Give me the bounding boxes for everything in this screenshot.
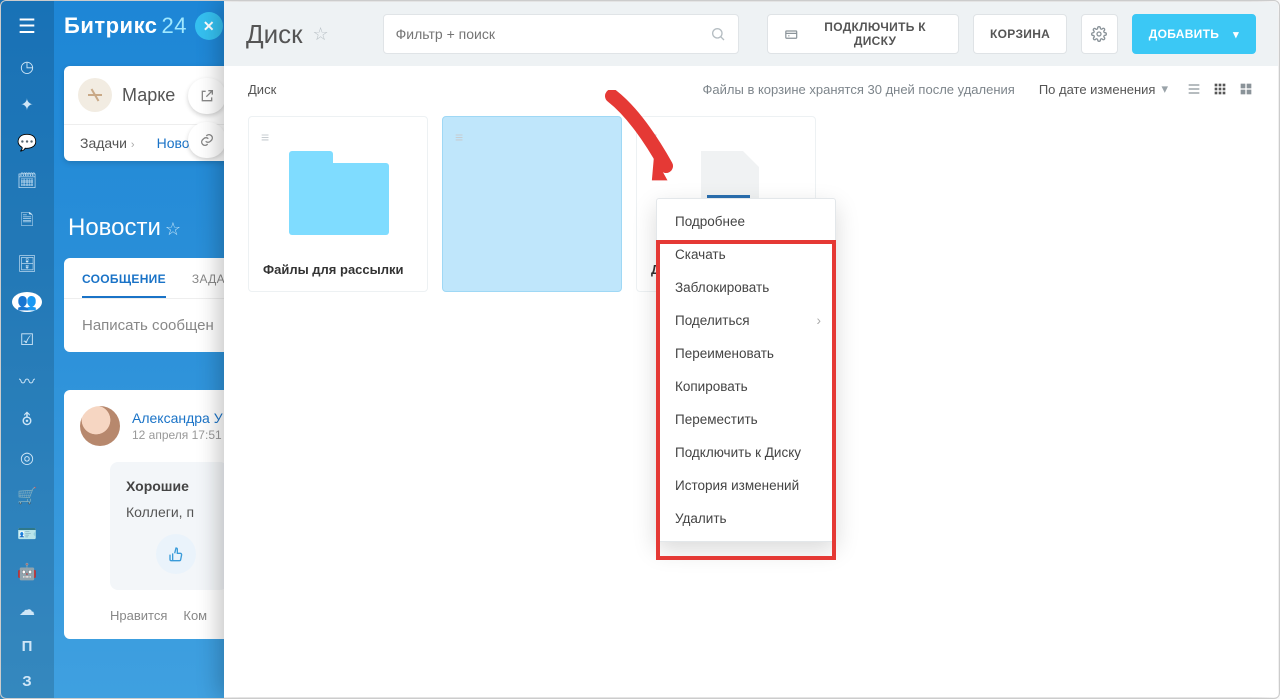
post-time: 12 апреля 17:51 (132, 428, 223, 442)
bg-compose-card: СООБЩЕНИЕ ЗАДАЧ Написать сообщен (64, 258, 244, 352)
compose-tab-message[interactable]: СООБЩЕНИЕ (82, 272, 166, 298)
sort-dropdown[interactable]: По дате изменения ▾ (1039, 81, 1168, 97)
rail-icon-pulse[interactable]: 〰 (12, 368, 42, 392)
post-author[interactable]: Александра У (132, 410, 223, 426)
rail-icon-group[interactable]: 👥 (12, 292, 42, 312)
rail-icon-check[interactable]: ☑ (12, 330, 42, 350)
post-comment-link[interactable]: Ком (183, 608, 207, 623)
add-button[interactable]: ДОБАВИТЬ▾ (1132, 14, 1256, 54)
settings-button[interactable] (1081, 14, 1118, 54)
search-input[interactable] (396, 26, 710, 42)
rail-icon-doc[interactable]: 🗎 (12, 209, 42, 236)
context-menu-item[interactable]: Удалить (657, 502, 835, 535)
left-rail: ☰ ◷ ✦ 💬 🗓 🗎 🗄 👥 ☑ 〰 ⛢ ◎ 🛒 🪪 🤖 ☁ П З К (0, 0, 54, 699)
disk-subbar: Диск Файлы в корзине хранятся 30 дней по… (224, 66, 1278, 112)
context-menu-item[interactable]: Подробнее (657, 205, 835, 238)
context-menu-item[interactable]: Переместить (657, 403, 835, 436)
rail-icon-calendar[interactable]: 🗓 (12, 171, 42, 191)
rail-icon-cart[interactable]: 🛒 (12, 486, 42, 506)
folder-icon (289, 163, 389, 235)
context-menu-item[interactable]: Копировать (657, 370, 835, 403)
context-menu-item[interactable]: Скачать (657, 238, 835, 271)
rail-icon-box[interactable]: 🗄 (12, 254, 42, 274)
bg-tab-tasks[interactable]: Задачи › (80, 135, 135, 151)
file-tile-folder[interactable]: ≡ Файлы для рассылки (248, 116, 428, 292)
avatar (80, 406, 120, 446)
rail-icon-android[interactable]: 🤖 (12, 562, 42, 582)
star-icon[interactable]: ☆ (313, 24, 329, 45)
disk-topbar: Диск ☆ ПОДКЛЮЧИТЬ К ДИСКУ КОРЗИНА ДОБАВИ… (224, 2, 1278, 66)
drag-icon[interactable]: ≡ (455, 129, 463, 145)
rail-icon-star[interactable]: ✦ (12, 95, 42, 115)
disk-title: Диск ☆ (246, 19, 329, 50)
context-menu-item[interactable]: Заблокировать (657, 271, 835, 304)
search-icon[interactable] (710, 26, 726, 42)
trash-button[interactable]: КОРЗИНА (973, 14, 1067, 54)
post-title: Хорошие (126, 478, 212, 494)
rail-icon-cloud[interactable]: ☁ (12, 600, 42, 620)
drag-icon[interactable]: ≡ (649, 129, 657, 145)
trash-hint: Файлы в корзине хранятся 30 дней после у… (703, 82, 1015, 97)
breadcrumb[interactable]: Диск (248, 82, 276, 97)
brand-text-b: 24 (162, 13, 187, 39)
background-app: ☰ ◷ ✦ 💬 🗓 🗎 🗄 👥 ☑ 〰 ⛢ ◎ 🛒 🪪 🤖 ☁ П З К Би… (0, 0, 224, 699)
brand-text-a: Битрикс (64, 13, 158, 39)
market-avatar (78, 78, 112, 112)
star-icon: ☆ (165, 219, 181, 239)
search-box[interactable] (383, 14, 739, 54)
compose-placeholder[interactable]: Написать сообщен (64, 299, 244, 352)
rail-icon-filter[interactable]: ⛢ (12, 410, 42, 430)
close-icon[interactable]: ✕ (195, 12, 223, 40)
connect-disk-button[interactable]: ПОДКЛЮЧИТЬ К ДИСКУ (767, 14, 959, 54)
market-title: Марке (122, 85, 175, 106)
view-list-icon[interactable] (1186, 81, 1202, 97)
bg-post: Александра У 12 апреля 17:51 Хорошие Кол… (64, 390, 244, 639)
context-menu-item[interactable]: История изменений (657, 469, 835, 502)
file-tile-folder-selected[interactable]: ≡ (442, 116, 622, 292)
view-grid-large-icon[interactable] (1238, 81, 1254, 97)
chevron-down-icon: ▾ (1233, 28, 1239, 41)
external-link-icon[interactable] (188, 78, 226, 114)
rail-icon-chat[interactable]: 💬 (12, 133, 42, 153)
brand: Битрикс 24 ✕ (54, 0, 224, 52)
like-button[interactable] (156, 534, 196, 574)
view-grid-small-icon[interactable] (1212, 81, 1228, 97)
chevron-down-icon: ▾ (1161, 81, 1168, 97)
news-heading: Новости☆ (68, 214, 181, 242)
disk-panel: Диск ☆ ПОДКЛЮЧИТЬ К ДИСКУ КОРЗИНА ДОБАВИ… (224, 2, 1278, 697)
menu-icon[interactable]: ☰ (12, 14, 42, 39)
view-toggle (1186, 81, 1254, 97)
link-icon[interactable] (188, 122, 226, 158)
tile-name: Файлы для рассылки (263, 262, 404, 277)
post-body: Коллеги, п (126, 504, 212, 520)
context-menu-item[interactable]: Поделиться (657, 304, 835, 337)
rail-letter-z[interactable]: З (12, 673, 42, 690)
context-menu: ПодробнееСкачатьЗаблокироватьПоделитьсяП… (656, 198, 836, 542)
rail-icon-target[interactable]: ◎ (12, 448, 42, 468)
context-menu-item[interactable]: Подключить к Диску (657, 436, 835, 469)
drag-icon[interactable]: ≡ (261, 129, 269, 145)
rail-letter-p[interactable]: П (12, 638, 42, 655)
context-menu-item[interactable]: Переименовать (657, 337, 835, 370)
post-like-link[interactable]: Нравится (110, 608, 167, 623)
rail-icon-id[interactable]: 🪪 (12, 524, 42, 544)
rail-icon-clock[interactable]: ◷ (12, 57, 42, 77)
